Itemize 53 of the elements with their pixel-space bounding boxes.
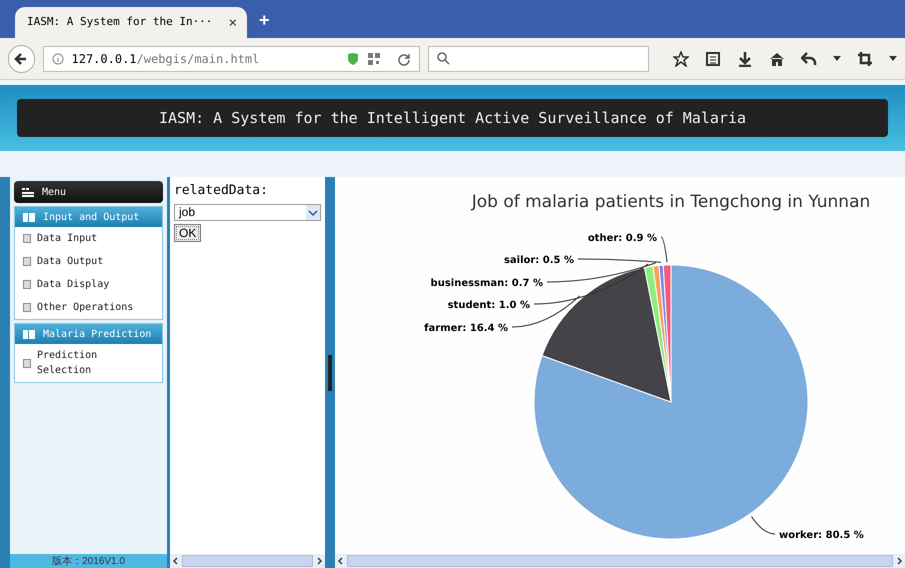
ok-button[interactable]: OK bbox=[174, 224, 202, 242]
grid-icon bbox=[22, 187, 34, 197]
dropdown-caret-icon[interactable] bbox=[889, 56, 897, 62]
page-icon bbox=[23, 257, 31, 266]
chevron-down-icon bbox=[306, 204, 320, 220]
menu-item[interactable]: Other Operations bbox=[15, 296, 162, 319]
menu-item[interactable]: Prediction Selection bbox=[15, 344, 162, 382]
chart-title: Job of malaria patients in Tengchong in Yunnan bbox=[472, 192, 870, 212]
panel-icon bbox=[23, 330, 35, 338]
browser-tab[interactable]: IASM: A System for the In··· × bbox=[15, 7, 247, 38]
dropdown-caret-icon[interactable] bbox=[833, 56, 841, 62]
scrollbar-thumb[interactable] bbox=[347, 555, 893, 567]
undo-arrow-icon[interactable] bbox=[801, 50, 817, 66]
select-field[interactable]: job bbox=[174, 204, 321, 220]
page-icon bbox=[23, 358, 31, 368]
new-tab-button[interactable]: + bbox=[259, 7, 270, 34]
slice-label: other: 0.9 % bbox=[588, 233, 657, 244]
panel-icon bbox=[23, 212, 35, 222]
back-button[interactable] bbox=[8, 44, 34, 72]
search-icon bbox=[437, 52, 450, 65]
scrollbar-thumb[interactable] bbox=[182, 555, 313, 567]
reading-list-icon[interactable] bbox=[705, 50, 721, 66]
menu-item[interactable]: Data Display bbox=[15, 273, 162, 296]
qr-code-icon bbox=[367, 52, 382, 66]
slice-label: sailor: 0.5 % bbox=[504, 255, 574, 266]
shield-icon bbox=[347, 52, 360, 66]
download-icon[interactable] bbox=[737, 50, 753, 66]
star-icon[interactable] bbox=[673, 50, 689, 66]
menu-item[interactable]: Data Output bbox=[15, 250, 162, 273]
home-icon[interactable] bbox=[769, 50, 785, 66]
slice-label: farmer: 16.4 % bbox=[424, 323, 508, 334]
splitter-handle[interactable] bbox=[328, 354, 332, 390]
back-arrow-icon bbox=[14, 52, 28, 66]
search-field[interactable] bbox=[428, 46, 649, 72]
tab-title: IASM: A System for the In··· bbox=[27, 14, 214, 30]
address-bar[interactable]: 127.0.0.1/webgis/main.html bbox=[42, 46, 420, 72]
slice-label: student: 1.0 % bbox=[448, 300, 530, 311]
reload-icon bbox=[397, 52, 412, 66]
banner-title: IASM: A System for the Intelligent Active Surveillance of Malaria bbox=[159, 108, 746, 129]
url-host: 127.0.0.1 bbox=[72, 50, 137, 68]
field-label: relatedData: bbox=[174, 182, 268, 200]
version-footer: 版本：2016V1.0 bbox=[10, 554, 167, 568]
page-icon bbox=[23, 234, 31, 243]
info-icon bbox=[52, 52, 64, 64]
url-path: /webgis/main.html bbox=[136, 50, 260, 68]
page-icon bbox=[23, 303, 31, 312]
menu-item[interactable]: Data Input bbox=[15, 227, 162, 250]
crop-icon[interactable] bbox=[857, 50, 873, 66]
slice-label: businessman: 0.7 % bbox=[430, 278, 543, 289]
menu-title: Menu bbox=[42, 186, 66, 200]
slice-label: worker: 80.5 % bbox=[779, 530, 864, 541]
page-icon bbox=[23, 280, 31, 289]
leader-line bbox=[751, 516, 776, 534]
